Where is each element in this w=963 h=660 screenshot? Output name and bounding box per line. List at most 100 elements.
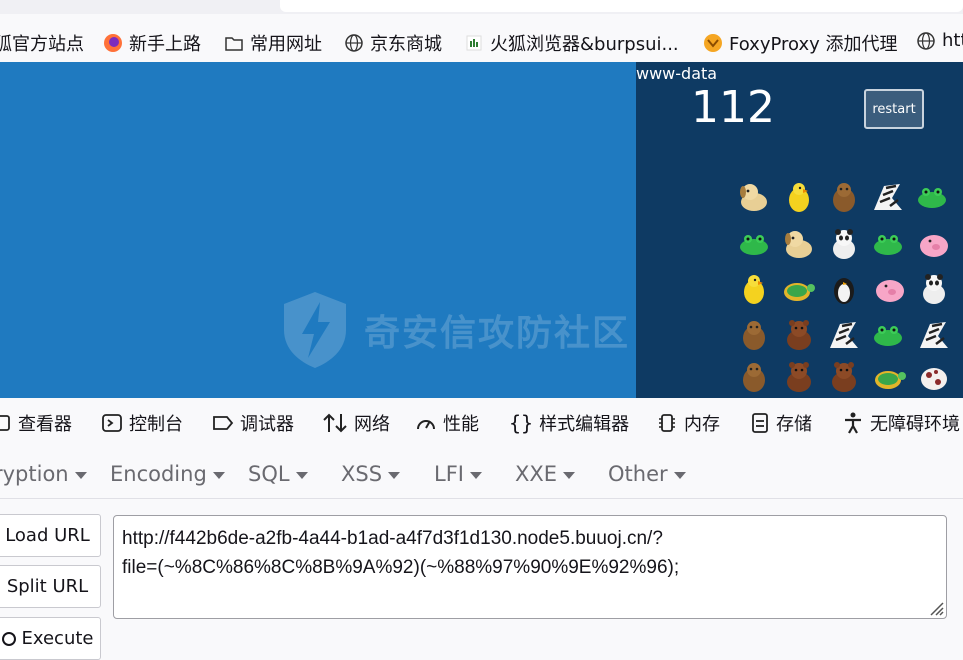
tab-storage[interactable]: 存储 [750, 410, 812, 436]
pig-tile-icon[interactable] [872, 272, 908, 306]
turtle-tile-icon[interactable] [781, 272, 817, 306]
beaver-tile-icon[interactable] [826, 180, 862, 214]
bear-tile-icon[interactable] [781, 318, 817, 352]
bookmark-label: 常用网址 [250, 34, 322, 55]
folder-icon [225, 37, 243, 51]
chevron-down-icon [563, 471, 576, 479]
frog-tile-icon[interactable] [870, 227, 906, 261]
browser-toolbar-strip [0, 0, 963, 14]
menu-sql[interactable]: SQL [248, 462, 308, 486]
frog-tile-icon[interactable] [736, 227, 772, 261]
menu-encryption[interactable]: ryption [0, 462, 87, 486]
turtle-tile-icon[interactable] [872, 360, 908, 394]
load-url-button[interactable]: Load URL [0, 514, 101, 557]
tab-accessibility[interactable]: 无障碍环境 [842, 410, 960, 436]
menu-other[interactable]: Other [608, 462, 686, 486]
tab-label: 内存 [684, 414, 720, 435]
chevron-down-icon [295, 471, 308, 479]
current-user-label: www-data [636, 64, 718, 83]
bookmark-jd[interactable]: 京东商城 [344, 30, 442, 56]
tab-label: 无障碍环境 [870, 414, 960, 435]
bookmark-label: 火狐浏览器&burpsui... [490, 34, 679, 55]
devtools-toolbar: 查看器 控制台 调试器 网络 性能 {} 样式编辑器 内存 存储 无障碍环境 [0, 398, 963, 445]
memory-icon [659, 414, 675, 432]
tab-console[interactable]: 控制台 [101, 410, 183, 436]
bookmark-label: 新手上路 [129, 34, 201, 55]
chick-tile-icon[interactable] [736, 272, 772, 306]
split-url-button[interactable]: Split URL [0, 565, 101, 608]
frog-tile-icon[interactable] [870, 318, 906, 352]
game-panel: www-data 112 restart [636, 62, 963, 398]
tab-memory[interactable]: 内存 [656, 410, 720, 436]
tab-label: 控制台 [129, 414, 183, 435]
bookmark-burpsuite[interactable]: 火狐浏览器&burpsui... [464, 30, 679, 56]
beaver-tile-icon[interactable] [736, 318, 772, 352]
bookmark-label: 京东商城 [370, 34, 442, 55]
dog-tile-icon[interactable] [781, 227, 817, 261]
pig-tile-icon[interactable] [916, 227, 952, 261]
tab-style-editor[interactable]: {} 样式编辑器 [509, 410, 629, 436]
execute-icon [1, 631, 16, 646]
bookmark-htt[interactable]: htt [916, 30, 963, 51]
tab-label: 存储 [776, 414, 812, 435]
watermark-text: 奇安信攻防社区 [364, 313, 631, 354]
menu-encoding[interactable]: Encoding [110, 462, 225, 486]
score-display: 112 [691, 82, 775, 133]
tab-performance[interactable]: 性能 [415, 410, 479, 436]
button-label: Load URL [5, 525, 90, 546]
menu-label: ryption [0, 462, 69, 486]
menu-lfi[interactable]: LFI [434, 462, 482, 486]
url-textarea[interactable]: http://f442b6de-a2fb-4a44-b1ad-a4f7d3f1d… [113, 515, 947, 619]
menu-label: SQL [248, 462, 290, 486]
menu-xxe[interactable]: XXE [515, 462, 576, 486]
zebra-tile-icon[interactable] [826, 318, 862, 352]
bookmark-common-sites[interactable]: 常用网址 [224, 30, 322, 56]
chevron-down-icon [388, 471, 401, 479]
style-editor-icon: {} [509, 411, 534, 435]
zebra-tile-icon[interactable] [870, 180, 906, 214]
menu-label: LFI [434, 462, 464, 486]
cow-tile-icon[interactable] [916, 360, 952, 394]
bear-tile-icon[interactable] [826, 360, 862, 394]
restart-button[interactable]: restart [864, 89, 924, 129]
bookmark-firefox-site[interactable]: 狐官方站点 [0, 30, 84, 56]
bookmark-label: FoxyProxy 添加代理 [729, 34, 898, 55]
menu-label: Other [608, 462, 668, 486]
tab-label: 调试器 [240, 414, 294, 435]
tab-label: 查看器 [18, 414, 72, 435]
hackbar-menu: ryption Encoding SQL XSS LFI XXE Other [0, 444, 963, 499]
bookmark-getting-started[interactable]: 新手上路 [103, 30, 201, 56]
inspector-icon [0, 415, 10, 431]
beaver-tile-icon[interactable] [736, 360, 772, 394]
tab-label: 样式编辑器 [539, 414, 630, 435]
chick-tile-icon[interactable] [781, 180, 817, 214]
tab-debugger[interactable]: 调试器 [212, 410, 294, 436]
menu-xss[interactable]: XSS [341, 462, 401, 486]
debugger-icon [213, 416, 234, 430]
tab-label: 网络 [354, 414, 390, 435]
penguin-tile-icon[interactable] [826, 272, 862, 306]
shield-logo-icon [284, 292, 346, 368]
network-icon [323, 413, 347, 433]
frog-tile-icon[interactable] [914, 180, 950, 214]
bookmark-foxyproxy[interactable]: FoxyProxy 添加代理 [703, 30, 898, 56]
zebra-tile-icon[interactable] [916, 318, 952, 352]
chevron-down-icon [673, 471, 686, 479]
tab-label: 性能 [443, 414, 479, 435]
panda-tile-icon[interactable] [826, 227, 862, 261]
address-bar[interactable] [280, 0, 963, 12]
firefox-icon [104, 34, 122, 52]
resize-grip-icon[interactable] [928, 600, 944, 616]
bear-tile-icon[interactable] [781, 360, 817, 394]
bookmark-label: 狐官方站点 [0, 34, 84, 55]
button-label: Split URL [6, 576, 89, 597]
panda-tile-icon[interactable] [916, 272, 952, 306]
tab-network[interactable]: 网络 [322, 410, 390, 436]
execute-button[interactable]: Execute [0, 617, 101, 660]
tab-inspector[interactable]: 查看器 [0, 410, 72, 436]
accessibility-icon [845, 412, 861, 434]
dog-tile-icon[interactable] [736, 180, 772, 214]
chevron-down-icon [74, 471, 87, 479]
console-icon [102, 414, 122, 432]
foxyproxy-icon [704, 34, 722, 52]
